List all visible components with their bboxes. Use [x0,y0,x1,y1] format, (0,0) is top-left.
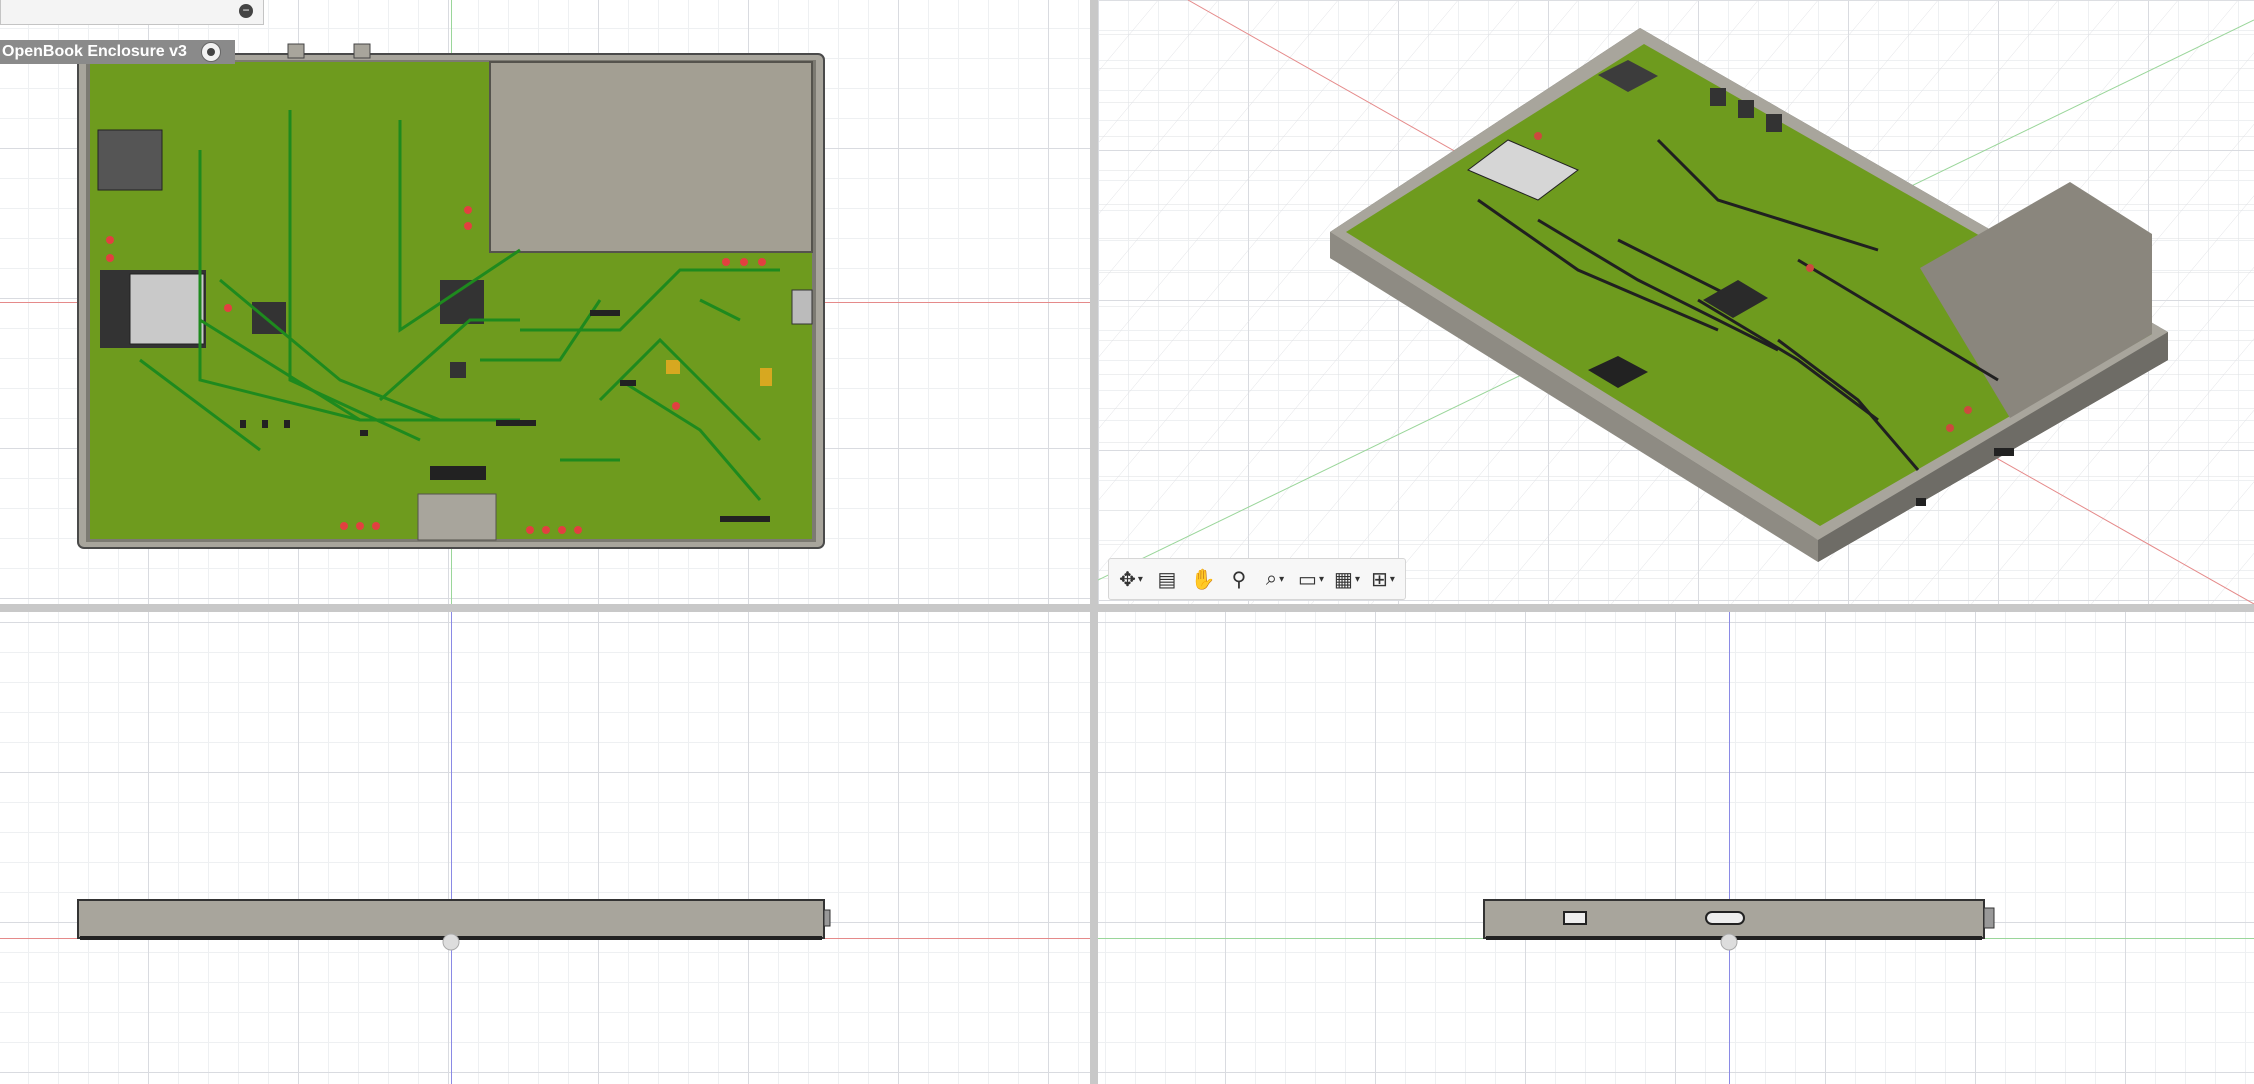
display-settings-icon[interactable]: ▭ ▾ [1295,563,1327,595]
viewport-front-view[interactable] [0,612,1090,1084]
zoom-icon[interactable]: ⚲ [1223,563,1255,595]
pcb-isometric-view[interactable] [1098,0,2254,604]
fit-zoom-icon[interactable]: ⌕ ▾ [1259,563,1291,595]
viewport-home-view[interactable]: ✥ ▾ ▤ ✋ ⚲ ⌕ ▾ ▭ ▾ ▦ ▾ ⊞ ▾ [1098,0,2254,604]
grid-settings-icon[interactable]: ▦ ▾ [1331,563,1363,595]
radio-visibility-icon[interactable] [200,42,221,62]
orbit-icon[interactable]: ✥ ▾ [1115,563,1147,595]
viewport-top-view[interactable]: − OpenBook Enclosure v3 [0,0,1090,604]
pan-icon[interactable]: ✋ [1187,563,1219,595]
enclosure-front-profile[interactable] [0,612,1090,1084]
minus-circle-icon[interactable]: − [239,4,253,18]
enclosure-side-profile[interactable] [1098,612,2254,1084]
browser-panel-header: − [0,0,264,25]
viewports-icon[interactable]: ⊞ ▾ [1367,563,1399,595]
display-area [489,61,813,253]
document-browser-label[interactable]: OpenBook Enclosure v3 [0,40,235,64]
viewport-right-view[interactable] [1098,612,2254,1084]
look-at-icon[interactable]: ▤ [1151,563,1183,595]
viewport-splitter-horizontal[interactable] [0,604,2254,612]
navigation-toolbar: ✥ ▾ ▤ ✋ ⚲ ⌕ ▾ ▭ ▾ ▦ ▾ ⊞ ▾ [1108,558,1406,600]
viewport-splitter-vertical[interactable] [1090,0,1098,1084]
pcb-top-view[interactable] [0,0,1090,604]
document-name: OpenBook Enclosure v3 [2,43,187,60]
